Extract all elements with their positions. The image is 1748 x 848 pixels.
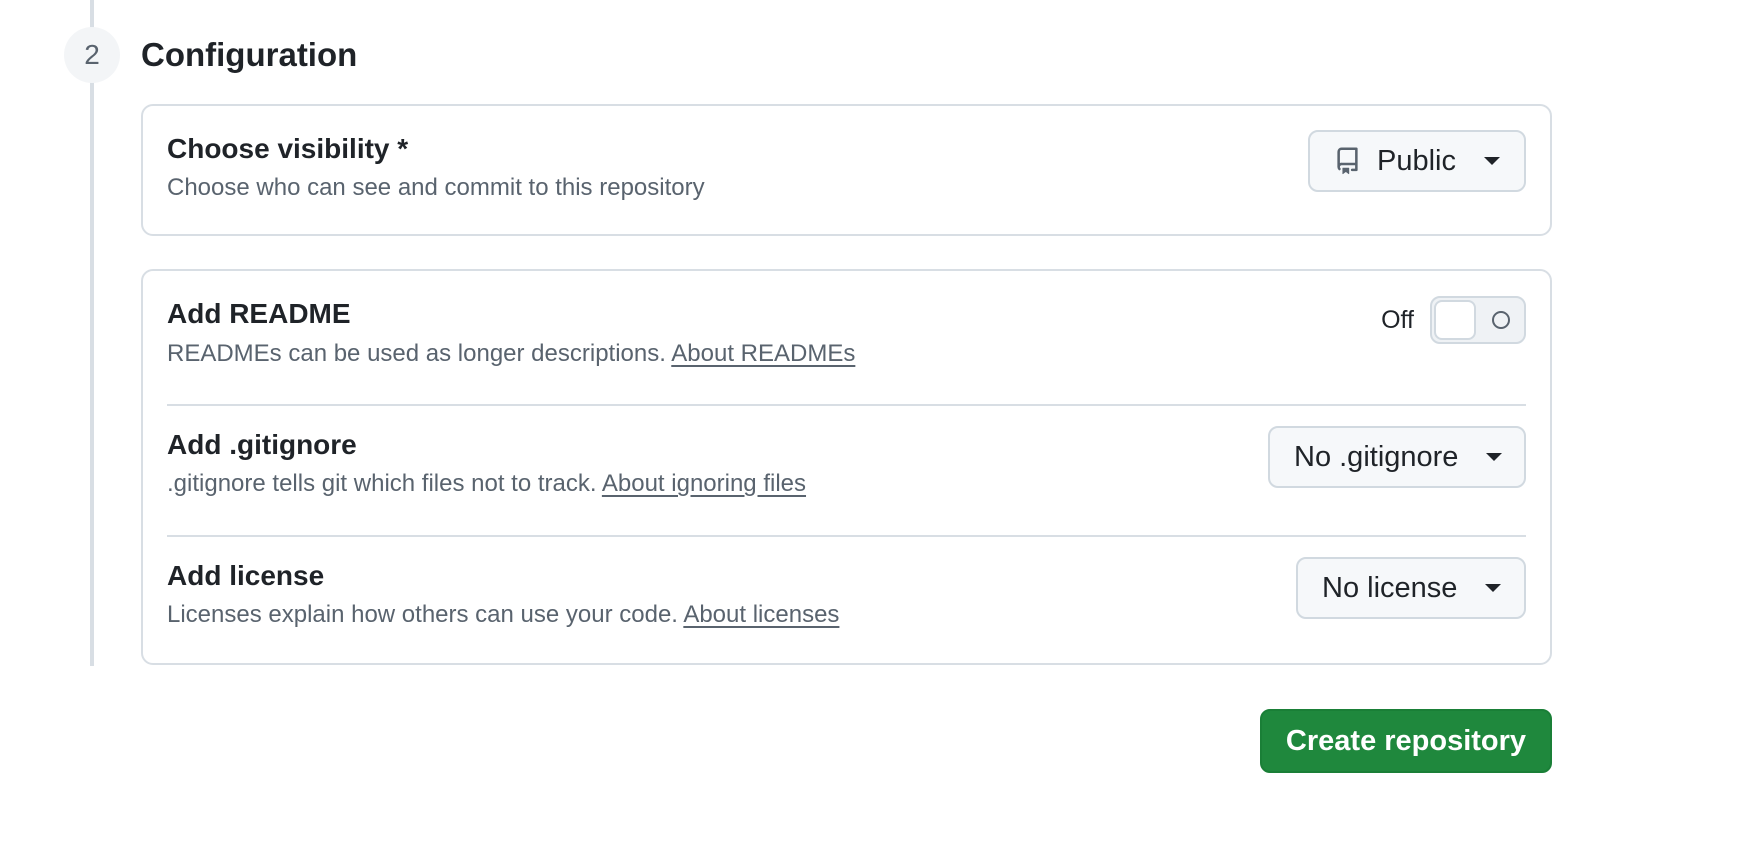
readme-toggle-label: Off [1381,305,1414,334]
license-title: Add license [167,560,325,591]
gitignore-title: Add .gitignore [167,429,357,460]
readme-title: Add README [167,298,351,329]
toggle-off-circle-icon [1492,311,1510,329]
gitignore-description: .gitignore tells git which files not to … [167,469,806,499]
section-title: Configuration [141,36,358,73]
page: 2 Configuration Choose visibility * Choo… [0,0,1748,848]
options-card: Add README READMEs can be used as longer… [141,269,1552,665]
create-repository-button[interactable]: Create repository [1260,709,1552,773]
gitignore-select-button[interactable]: No .gitignore [1268,426,1526,488]
visibility-title: Choose visibility * [167,133,409,164]
visibility-card: Choose visibility * Choose who can see a… [141,104,1552,236]
gitignore-selected-value: No .gitignore [1294,440,1459,473]
toggle-knob [1434,300,1476,340]
chevron-down-icon [1485,584,1502,592]
license-select-button[interactable]: No license [1296,557,1526,619]
gitignore-description-text: .gitignore tells git which files not to … [167,470,597,497]
readme-row: Add README READMEs can be used as longer… [167,271,1526,405]
about-licenses-link[interactable]: About licenses [683,601,839,628]
timeline-line [90,0,94,666]
step-number-badge: 2 [64,27,120,83]
repo-icon [1337,147,1358,175]
chevron-down-icon [1484,157,1500,165]
license-description-text: Licenses explain how others can use your… [167,601,678,628]
visibility-select-button[interactable]: Public [1308,130,1526,192]
readme-description: READMEs can be used as longer descriptio… [167,339,855,369]
license-description: Licenses explain how others can use your… [167,600,839,630]
chevron-down-icon [1486,453,1503,461]
visibility-selected-value: Public [1377,144,1456,177]
license-selected-value: No license [1322,571,1458,604]
readme-description-text: READMEs can be used as longer descriptio… [167,340,666,367]
visibility-description: Choose who can see and commit to this re… [167,174,705,201]
readme-toggle-switch[interactable] [1430,296,1526,344]
about-ignoring-files-link[interactable]: About ignoring files [602,470,806,497]
about-readmes-link[interactable]: About READMEs [671,340,855,367]
readme-toggle-group: Off [1381,296,1526,344]
